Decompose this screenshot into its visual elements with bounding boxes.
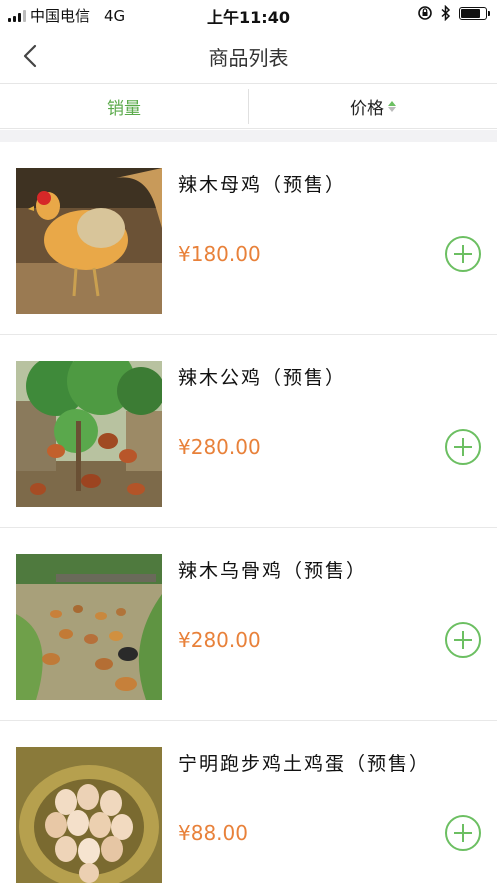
product-item[interactable]: 辣木母鸡（预售） ¥180.00 bbox=[0, 142, 497, 335]
product-image-eggs[interactable] bbox=[16, 747, 162, 883]
orientation-lock-icon bbox=[418, 6, 432, 20]
product-price: ¥280.00 bbox=[178, 435, 261, 459]
product-name[interactable]: 辣木母鸡（预售） bbox=[178, 170, 346, 197]
product-image-chickens[interactable] bbox=[16, 554, 162, 700]
product-list: 辣木母鸡（预售） ¥180.00 辣木公鸡（预售） ¥280.00 辣木乌骨鸡（… bbox=[0, 142, 497, 883]
sort-arrows-icon bbox=[388, 101, 396, 112]
product-image-hen[interactable] bbox=[16, 168, 162, 314]
add-to-cart-button[interactable] bbox=[445, 236, 481, 272]
carrier-label: 中国电信 bbox=[30, 7, 91, 25]
add-to-cart-button[interactable] bbox=[445, 622, 481, 658]
product-price: ¥88.00 bbox=[178, 821, 248, 845]
nav-bar: 商品列表 bbox=[0, 28, 497, 84]
signal-icon bbox=[8, 9, 26, 22]
product-item[interactable]: 辣木公鸡（预售） ¥280.00 bbox=[0, 335, 497, 528]
section-gap bbox=[0, 130, 497, 142]
product-name[interactable]: 辣木乌骨鸡（预售） bbox=[178, 556, 367, 583]
page-title: 商品列表 bbox=[208, 46, 289, 70]
product-image-rooster[interactable] bbox=[16, 361, 162, 507]
bluetooth-icon bbox=[441, 5, 451, 21]
tab-price[interactable]: 价格 bbox=[249, 85, 497, 128]
tab-sales-label: 销量 bbox=[107, 99, 141, 119]
sort-bar: 销量 价格 bbox=[0, 85, 497, 129]
tab-sales[interactable]: 销量 bbox=[0, 85, 248, 128]
battery-icon bbox=[459, 6, 490, 20]
product-item[interactable]: 宁明跑步鸡土鸡蛋（预售） ¥88.00 bbox=[0, 721, 497, 883]
add-to-cart-button[interactable] bbox=[445, 429, 481, 465]
product-price: ¥280.00 bbox=[178, 628, 261, 652]
status-left: 中国电信 4G bbox=[8, 5, 125, 26]
product-price: ¥180.00 bbox=[178, 242, 261, 266]
network-label: 4G bbox=[104, 6, 126, 25]
product-name[interactable]: 辣木公鸡（预售） bbox=[178, 363, 346, 390]
product-name[interactable]: 宁明跑步鸡土鸡蛋（预售） bbox=[178, 749, 430, 776]
status-bar: 中国电信 4G 上午11:40 bbox=[0, 0, 497, 28]
status-right bbox=[417, 5, 490, 21]
add-to-cart-button[interactable] bbox=[445, 815, 481, 851]
tab-price-label: 价格 bbox=[350, 99, 384, 119]
product-item[interactable]: 辣木乌骨鸡（预售） ¥280.00 bbox=[0, 528, 497, 721]
